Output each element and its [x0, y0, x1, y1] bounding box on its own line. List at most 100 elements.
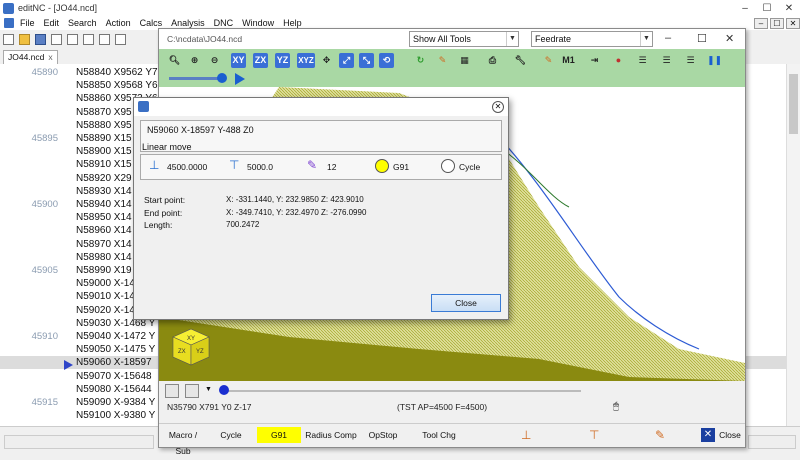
flag-g91: G91	[257, 427, 301, 443]
menu-action[interactable]: Action	[106, 18, 131, 28]
g91-indicator-icon	[375, 159, 389, 173]
viewer-close-label[interactable]: Close	[717, 427, 743, 443]
end-label: End point:	[144, 208, 183, 218]
code-text: N58870 X95	[76, 106, 132, 118]
m1-icon[interactable]: M1	[561, 53, 576, 68]
play-icon[interactable]	[235, 73, 245, 85]
view-zx-button[interactable]: ZX	[253, 53, 268, 68]
grid-icon[interactable]: ▦	[457, 53, 472, 68]
view-cube[interactable]: XY ZX YZ	[172, 328, 210, 366]
view-yz-button[interactable]: YZ	[275, 53, 290, 68]
tab-jo44[interactable]: JO44.ncd x	[3, 50, 58, 64]
tool-icon[interactable]	[185, 384, 199, 398]
open-folder-icon[interactable]	[19, 33, 30, 45]
fit-all-icon[interactable]: ⤡	[359, 53, 374, 68]
print-icon[interactable]: ⎙	[485, 53, 500, 68]
list-icon[interactable]: ☰	[635, 53, 650, 68]
tab-close-icon[interactable]: x	[48, 52, 52, 62]
code-text: N58890 X15	[76, 133, 132, 144]
main-toolbar	[0, 31, 160, 47]
dialog-close-button[interactable]: Close	[431, 294, 501, 312]
print-icon[interactable]	[51, 33, 62, 45]
chevron-down-icon: ▼	[506, 32, 518, 46]
list-icon[interactable]: ☰	[659, 53, 674, 68]
dialog-close-icon[interactable]: ✕	[492, 101, 504, 113]
coolant-icon[interactable]: ⊤	[589, 428, 603, 442]
tool-value: 12	[327, 162, 337, 172]
maximize-button[interactable]: ☐	[756, 3, 778, 14]
menu-analysis[interactable]: Analysis	[171, 18, 205, 28]
speed-slider-knob[interactable]	[217, 73, 227, 83]
undo-icon[interactable]	[115, 33, 126, 45]
code-text: N59050 X-1475 Y	[76, 344, 156, 356]
block-box: N59060 X-18597 Y-488 Z0	[140, 120, 502, 152]
edit-tool-icon[interactable]: ✎	[655, 428, 669, 442]
editor-scrollbar[interactable]	[786, 64, 800, 426]
zoom-icon[interactable]: 🔍︎	[167, 53, 182, 68]
menu-file[interactable]: File	[20, 18, 35, 28]
paste-icon[interactable]	[99, 33, 110, 45]
line-number: 45900	[31, 199, 58, 210]
zoom-in-icon[interactable]: ⊕	[187, 53, 202, 68]
edit-tool-icon[interactable]: ✎	[541, 53, 556, 68]
record-icon[interactable]: ●	[611, 53, 626, 68]
mdi-minimize-button[interactable]: –	[754, 17, 768, 29]
refresh-icon[interactable]: ↻	[413, 53, 428, 68]
pan-icon[interactable]: ✥	[319, 53, 334, 68]
mdi-restore-button[interactable]: ☐	[770, 17, 784, 29]
block-text: N59060 X-18597 Y-488 Z0	[147, 125, 254, 135]
chevron-down-icon: ▼	[640, 32, 652, 46]
fit-icon[interactable]: ⤢	[339, 53, 354, 68]
zoom-out-icon[interactable]: ⊖	[207, 53, 222, 68]
tool-length-icon[interactable]: ⊥	[521, 428, 535, 442]
code-text: N58920 X29	[76, 172, 132, 184]
status-block-text: N35790 X791 Y0 Z-17	[167, 402, 252, 412]
code-text: N59070 X-15648	[76, 370, 152, 382]
position-slider[interactable]	[221, 390, 581, 392]
menu-help[interactable]: Help	[283, 18, 302, 28]
code-text: N58910 X15	[76, 159, 132, 171]
line-number: 45895	[31, 133, 58, 144]
mdi-close-button[interactable]: ✕	[786, 17, 800, 29]
rotate-view-icon[interactable]: ⟲	[379, 53, 394, 68]
close-button[interactable]: ✕	[778, 3, 800, 14]
menu-dnc[interactable]: DNC	[214, 18, 234, 28]
status-cell	[748, 435, 796, 449]
code-text: N58940 X14	[76, 199, 132, 210]
menu-window[interactable]: Window	[242, 18, 274, 28]
code-text: N59000 X-14	[76, 278, 135, 290]
tool-filter-select[interactable]: Show All Tools ▼	[409, 31, 519, 47]
menu-calcs[interactable]: Calcs	[140, 18, 163, 28]
color-by-select[interactable]: Feedrate ▼	[531, 31, 653, 47]
app-icon	[138, 101, 149, 112]
line-number: 45915	[31, 397, 58, 408]
save-icon[interactable]	[35, 33, 46, 45]
step-icon[interactable]: ⇥	[587, 53, 602, 68]
menu-edit[interactable]: Edit	[44, 18, 60, 28]
scrollbar-thumb[interactable]	[789, 74, 798, 134]
window-title: editNC - [JO44.ncd]	[18, 3, 98, 13]
code-text: N58930 X14	[76, 185, 132, 197]
list-toggle-icon[interactable]	[165, 384, 179, 398]
view-xyz-button[interactable]: XYZ	[297, 53, 315, 68]
list-icon[interactable]: ☰	[683, 53, 698, 68]
close-x-icon[interactable]: ✕	[701, 428, 715, 442]
copy-icon[interactable]	[83, 33, 94, 45]
pause-icon[interactable]: ❚❚	[707, 53, 722, 68]
position-slider-knob[interactable]	[219, 385, 229, 395]
minimize-button[interactable]: –	[734, 3, 756, 14]
new-file-icon[interactable]	[3, 33, 14, 45]
menu-search[interactable]: Search	[68, 18, 97, 28]
viewer-minimize-button[interactable]: –	[665, 32, 671, 44]
viewer-maximize-button[interactable]: ☐	[697, 32, 707, 45]
viewer-close-button[interactable]: ✕	[725, 32, 734, 45]
app-icon	[3, 2, 14, 14]
cut-icon[interactable]	[67, 33, 78, 45]
pencil-icon[interactable]: ✎	[435, 53, 450, 68]
wrench-icon[interactable]: 🔧︎	[513, 53, 528, 68]
speed-slider[interactable]	[169, 77, 224, 80]
view-xy-button[interactable]: XY	[231, 53, 246, 68]
chevron-down-icon[interactable]: ▼	[205, 386, 212, 393]
tool-icon: ✎	[307, 158, 318, 172]
document-icon	[4, 18, 14, 28]
